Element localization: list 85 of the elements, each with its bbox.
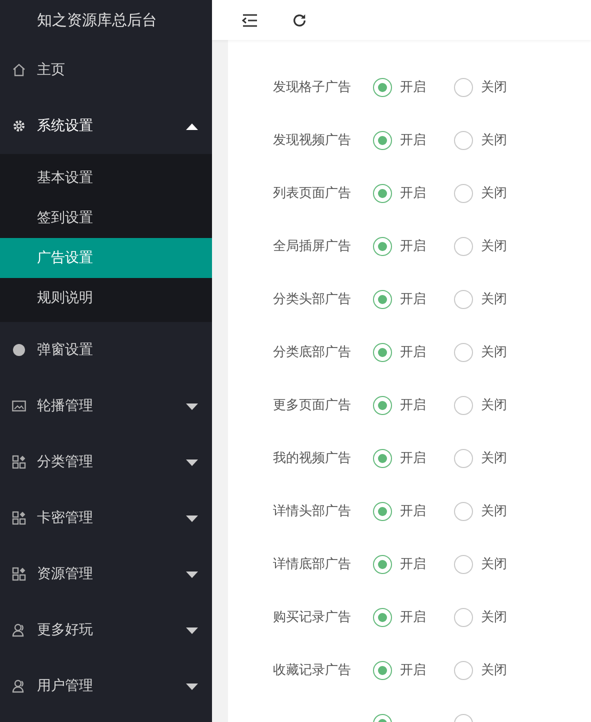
setting-label: 分类头部广告 [273, 290, 352, 309]
gear-icon [12, 119, 26, 133]
radio-button[interactable] [373, 237, 392, 256]
option-label: 关闭 [481, 290, 507, 309]
radio-button[interactable] [373, 502, 392, 521]
radio-button[interactable] [454, 78, 473, 97]
submenu-item[interactable]: 签到设置 [0, 198, 212, 238]
setting-label: 我的视频广告 [273, 450, 352, 468]
sidebar-menu-item[interactable]: 轮播管理 [0, 378, 212, 434]
option-label: 关闭 [481, 502, 507, 521]
option-label: 开启 [400, 184, 426, 203]
option-label: 关闭 [481, 450, 507, 468]
grid-icon [12, 511, 26, 525]
option-label: 开启 [400, 344, 426, 362]
setting-label: 详情底部广告 [273, 556, 352, 574]
option-label: 开启 [400, 132, 426, 150]
app-title: 知之资源库总后台 [37, 10, 157, 31]
radio-button[interactable] [373, 396, 392, 415]
sidebar-menu-item[interactable]: 分类管理 [0, 434, 212, 490]
option-label: 关闭 [481, 238, 507, 256]
option-label: 关闭 [481, 78, 507, 97]
setting-label: 分类底部广告 [273, 344, 352, 362]
option-label: 开启 [400, 608, 426, 627]
radio-button[interactable] [373, 449, 392, 468]
submenu-item[interactable]: 广告设置 [0, 238, 212, 278]
radio-button[interactable] [373, 343, 392, 362]
user-icon [12, 679, 26, 693]
option-label: 关闭 [481, 132, 507, 150]
radio-button[interactable] [454, 396, 473, 415]
option-label: 关闭 [481, 662, 507, 680]
option-label: 开启 [400, 290, 426, 309]
option-label: 关闭 [481, 608, 507, 627]
radio-button[interactable] [454, 661, 473, 680]
radio-button[interactable] [373, 555, 392, 574]
setting-label: 详情头部广告 [273, 502, 352, 521]
option-label: 开启 [400, 396, 426, 415]
setting-label: 更多页面广告 [273, 396, 352, 415]
image-icon [12, 400, 26, 412]
option-label: 开启 [400, 556, 426, 574]
radio-button[interactable] [373, 131, 392, 150]
setting-label: 列表页面广告 [273, 184, 352, 203]
radio-button[interactable] [454, 290, 473, 309]
radio-button[interactable] [454, 184, 473, 203]
home-icon [12, 63, 26, 77]
radio-button[interactable] [454, 131, 473, 150]
option-label: 开启 [400, 662, 426, 680]
sidebar-menu-item[interactable]: 用户管理 [0, 658, 212, 714]
submenu-item[interactable]: 规则说明 [0, 278, 212, 318]
submenu-item[interactable]: 基本设置 [0, 158, 212, 198]
setting-label: 全局插屏广告 [273, 238, 352, 256]
sidebar-menu-item[interactable]: 卡密管理 [0, 490, 212, 546]
radio-button[interactable] [373, 290, 392, 309]
refresh-icon[interactable] [292, 12, 307, 28]
user-icon [12, 623, 26, 637]
radio-button[interactable] [454, 502, 473, 521]
option-label: 关闭 [481, 344, 507, 362]
setting-label: 购买记录广告 [273, 608, 352, 627]
radio-button[interactable] [454, 237, 473, 256]
radio-button[interactable] [373, 78, 392, 97]
sidebar-menu-item[interactable]: 更多好玩 [0, 602, 212, 658]
option-label: 开启 [400, 502, 426, 521]
radio-button[interactable] [373, 184, 392, 203]
grid-icon [12, 455, 26, 469]
radio-button[interactable] [373, 608, 392, 627]
option-label: 开启 [400, 238, 426, 256]
radio-button[interactable] [373, 661, 392, 680]
dot-icon [12, 343, 26, 357]
radio-button[interactable] [454, 449, 473, 468]
grid-icon [12, 567, 26, 581]
sidebar-menu-item[interactable]: 系统设置 [0, 98, 212, 154]
sidebar-menu-item[interactable]: 弹窗设置 [0, 322, 212, 378]
radio-button[interactable] [454, 343, 473, 362]
setting-label: 发现格子广告 [273, 78, 352, 97]
radio-button[interactable] [454, 608, 473, 627]
sidebar-menu-item[interactable]: 资源管理 [0, 546, 212, 602]
setting-label: 收藏记录广告 [273, 662, 352, 680]
option-label: 开启 [400, 78, 426, 97]
option-label: 关闭 [481, 556, 507, 574]
menu-collapse-icon[interactable] [242, 14, 258, 26]
option-label: 开启 [400, 450, 426, 468]
option-label: 关闭 [481, 184, 507, 203]
option-label: 关闭 [481, 396, 507, 415]
radio-button[interactable] [454, 555, 473, 574]
sidebar-menu-item[interactable]: 主页 [0, 42, 212, 98]
setting-label: 发现视频广告 [273, 132, 352, 150]
